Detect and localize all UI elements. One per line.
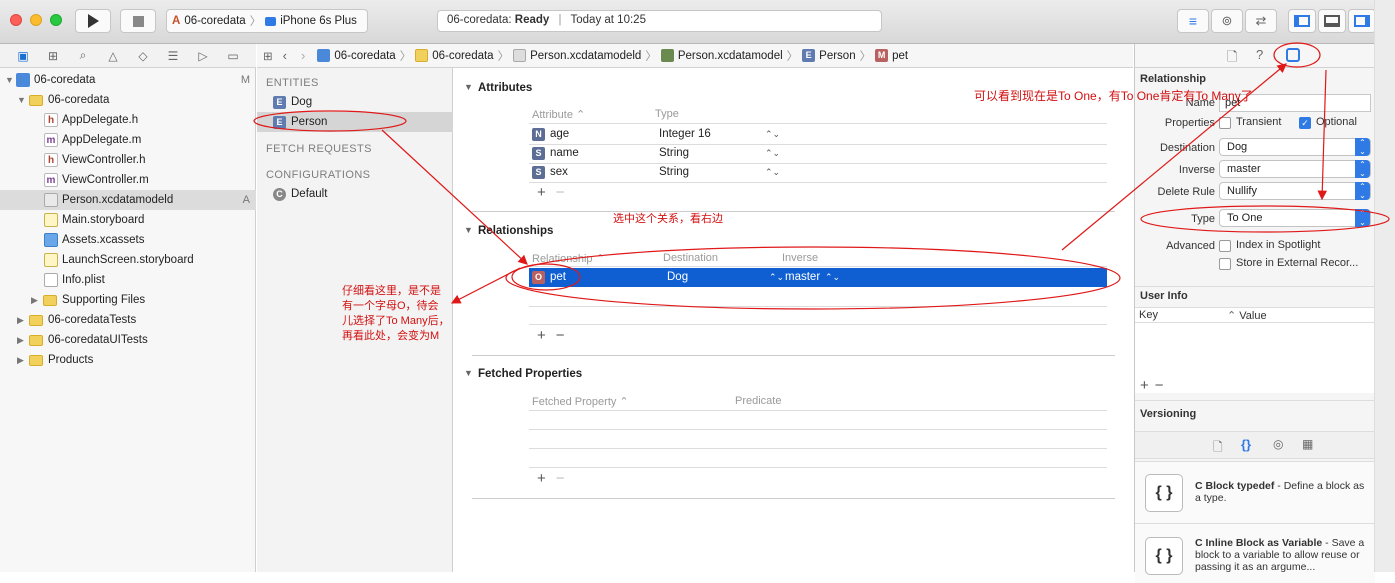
arrow-entity-to-row: [381, 129, 528, 265]
highlight-o-badge: [511, 263, 581, 291]
highlight-inspector-icon: [1273, 42, 1321, 68]
highlight-person-entity: [253, 110, 407, 132]
highlight-type-popup: [1140, 205, 1390, 233]
highlight-relationship-row: [505, 246, 1121, 310]
annotation-overlay: [253, 42, 1390, 310]
arrow-badge-to-note: [450, 267, 521, 304]
arrow-note-to-inspector: [1061, 63, 1287, 251]
arrow-to-type-popup: [1317, 69, 1328, 201]
